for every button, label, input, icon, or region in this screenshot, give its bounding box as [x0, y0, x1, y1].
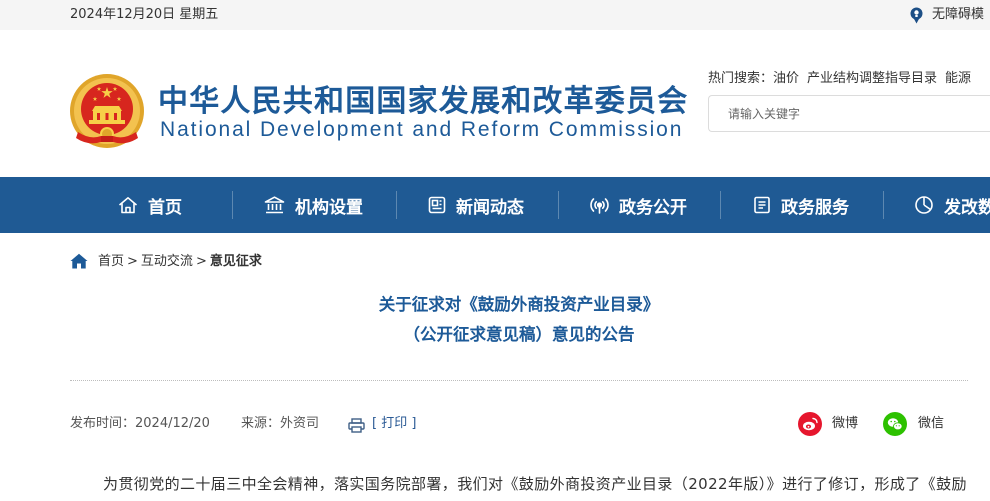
nav-label: 政务公开 [619, 197, 687, 218]
site-title-chinese: 中华人民共和国国家发展和改革委员会 [158, 84, 689, 119]
breadcrumb-interaction[interactable]: 互动交流 [141, 254, 193, 269]
weibo-share-label[interactable]: 微博 [832, 416, 858, 432]
accessibility-mode-link[interactable]: 无障碍模 [909, 6, 990, 24]
nav-separator [883, 191, 884, 219]
print-button[interactable]: [ 打印 ] [372, 416, 416, 432]
nav-separator [232, 191, 233, 219]
accessibility-icon [910, 7, 923, 24]
title-divider [70, 380, 968, 381]
article-body-paragraph: 为贯彻党的二十届三中全会精神，落实国务院部署，我们对《鼓励外商投资产业目录（20… [103, 475, 967, 493]
home-icon [118, 197, 138, 214]
building-icon [264, 196, 285, 214]
breadcrumb-current: 意见征求 [209, 254, 262, 269]
weibo-icon[interactable] [798, 412, 822, 436]
search-box [708, 95, 990, 132]
nav-separator [396, 191, 397, 219]
nav-label: 首页 [148, 197, 182, 218]
site-title-english: National Development and Reform Commissi… [160, 118, 684, 141]
nav-label: 新闻动态 [456, 197, 524, 218]
hot-search-item[interactable]: 能源 [945, 71, 971, 86]
nav-item-home[interactable]: 首页 [118, 177, 182, 233]
wechat-share-label[interactable]: 微信 [918, 416, 944, 432]
article-title-line1: 关于征求对《鼓励外商投资产业目录》 [378, 295, 660, 314]
breadcrumb: 首页 > 互动交流 > 意见征求 [98, 254, 262, 270]
hot-search-item[interactable]: 产业结构调整指导目录 [807, 71, 937, 86]
newspaper-icon [428, 196, 446, 214]
hot-search: 热门搜索：油价 产业结构调整指导目录 能源 [708, 70, 990, 87]
nav-label: 发改数 [944, 197, 990, 218]
nav-item-public-affairs[interactable]: 政务公开 [590, 177, 687, 233]
pie-chart-icon [915, 196, 933, 214]
current-date: 2024年12月20日 星期五 [70, 7, 219, 22]
hot-search-label: 热门搜索： [708, 71, 774, 86]
nav-label: 政务服务 [781, 197, 849, 218]
search-input[interactable] [709, 96, 990, 131]
breadcrumb-home-icon[interactable] [70, 253, 88, 269]
main-nav: 首页 机构设置 新闻动态 政务公开 政务服务 发改数 [0, 177, 990, 233]
nav-separator [720, 191, 721, 219]
nav-label: 机构设置 [295, 197, 363, 218]
printer-icon[interactable] [348, 418, 365, 433]
publish-date: 发布时间：2024/12/20 [70, 416, 210, 431]
hot-search-item[interactable]: 油价 [773, 71, 799, 86]
breadcrumb-separator: > [127, 254, 138, 269]
nav-item-data[interactable]: 发改数 [914, 177, 990, 233]
breadcrumb-separator: > [195, 254, 207, 269]
nav-item-services[interactable]: 政务服务 [753, 177, 849, 233]
accessibility-label: 无障碍模 [932, 7, 985, 22]
nav-separator [558, 191, 559, 219]
breadcrumb-home[interactable]: 首页 [98, 254, 124, 269]
nav-item-organization[interactable]: 机构设置 [264, 177, 363, 233]
document-icon [754, 196, 770, 214]
nav-item-news[interactable]: 新闻动态 [428, 177, 524, 233]
broadcast-icon [590, 198, 609, 214]
article-title-line2: （公开征求意见稿）意见的公告 [403, 325, 635, 344]
article-source: 来源：外资司 [241, 416, 320, 431]
wechat-icon[interactable] [883, 412, 907, 436]
national-emblem-icon [70, 74, 144, 148]
